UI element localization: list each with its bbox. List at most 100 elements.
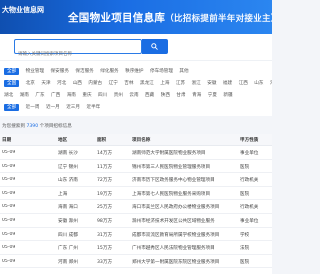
cell-project-name[interactable]: 济南市历下区政务服务中心物业管理项目	[132, 177, 232, 183]
cell-owner-type: 法院	[240, 246, 250, 252]
filter-option[interactable]: 辽宁	[109, 79, 118, 89]
table-row[interactable]: 05-09 上海 19万方 上海市第七人民医院物业服务采购项目 医院	[0, 187, 272, 201]
filter-option[interactable]: 安徽	[207, 79, 216, 89]
filter-option[interactable]: 上海	[160, 79, 169, 89]
cell-owner-type: 医院	[240, 259, 250, 265]
cell-region: 山东 济南	[58, 178, 78, 184]
filter-option[interactable]: 湖北	[4, 91, 13, 101]
results-count: 7390	[26, 124, 39, 129]
search-icon	[151, 43, 158, 50]
filter-option[interactable]: 山东	[254, 79, 263, 89]
filter-option[interactable]: 福建	[223, 79, 232, 89]
cell-date: 05-09	[2, 231, 16, 237]
cell-project-name[interactable]: 湖南师范大学附属医院物业服务项目	[132, 150, 232, 156]
search-button[interactable]	[142, 39, 168, 54]
table-row[interactable]: 05-09 河南 郑州 33万方 郑州大学第一附属医院东院区物业服务项目 医院	[0, 255, 272, 269]
cell-region: 上海	[58, 191, 68, 197]
cell-area: 19万方	[97, 191, 113, 197]
filter-option[interactable]: 西藏	[145, 91, 154, 101]
cell-region: 湖南 长沙	[58, 151, 78, 156]
cell-owner-type: 学校	[240, 232, 250, 238]
filter-option[interactable]: 江苏	[176, 79, 185, 89]
filter-option[interactable]: 近半年	[86, 103, 100, 113]
cell-owner-type: 医院	[240, 191, 250, 197]
column-header: 面积	[97, 138, 107, 143]
table-row[interactable]: 05-09 湖南 长沙 14万方 湖南师范大学附属医院物业服务项目 事业单位	[0, 146, 272, 160]
cell-region: 安徽 滁州	[58, 219, 78, 224]
filter-option[interactable]: 保洁服务	[75, 67, 93, 77]
filter-option[interactable]: 物业管理	[26, 67, 44, 77]
table-row[interactable]: 05-09 辽宁 锦州 11万方 锦州市第三人民医院物业管理服务项目 医院	[0, 160, 272, 174]
filter-option[interactable]: 四川	[98, 91, 107, 101]
filter-option[interactable]: 浙江	[192, 79, 201, 89]
filter-option[interactable]: 停车场管理	[150, 67, 173, 77]
cell-project-name[interactable]: 锦州市第三人民医院物业管理服务项目	[132, 164, 232, 170]
filter-option[interactable]: 海南	[67, 91, 76, 101]
filter-option[interactable]: 新疆	[223, 91, 232, 101]
filter-option[interactable]: 近一月	[46, 103, 60, 113]
title-main: 全国物业项目信息库	[68, 12, 166, 24]
filter-option[interactable]: 秩序维护	[125, 67, 143, 77]
cell-date: 05-09	[2, 245, 16, 251]
filter-option[interactable]: 保安服务	[51, 67, 69, 77]
cell-project-name[interactable]: 海口市美兰区人民政府办公楼物业服务项目	[132, 204, 232, 210]
cell-project-name[interactable]: 成都市双流区教育局所属学校物业服务项目	[132, 232, 232, 238]
filter-option[interactable]: 河南	[270, 79, 272, 89]
filter-option[interactable]: 广东	[35, 91, 44, 101]
search-box	[14, 39, 142, 61]
filter-option[interactable]: 重庆	[82, 91, 91, 101]
cell-project-name[interactable]: 滁州市经济技术开发区公共区域物业服务	[132, 218, 232, 224]
filter-row-type: 全部 物业管理 保安服务 保洁服务 绿化服务 秩序维护 停车场管理 其他	[4, 67, 194, 77]
filter-option[interactable]: 天津	[41, 79, 50, 89]
cell-region: 辽宁 锦州	[58, 164, 78, 170]
filter-panel: 全部 物业管理 保安服务 保洁服务 绿化服务 秩序维护 停车场管理 其他 全国 …	[0, 60, 272, 116]
table-row[interactable]: 05-09 广东 广州 15万方 广州市越秀区人民法院物业管理服务项目 法院	[0, 241, 272, 255]
cell-region: 河南 郑州	[58, 259, 78, 265]
filter-option[interactable]: 陕西	[161, 91, 170, 101]
filter-option[interactable]: 近一周	[26, 103, 40, 113]
filter-option[interactable]: 全国	[4, 80, 20, 87]
cell-area: 25万方	[97, 205, 113, 211]
cell-owner-type: 事业单位	[240, 151, 259, 156]
table-row[interactable]: 05-09 四川 成都 31万方 成都市双流区教育局所属学校物业服务项目 学校	[0, 228, 272, 242]
filter-option[interactable]: 宁夏	[208, 91, 217, 101]
cell-region: 四川 成都	[58, 232, 78, 238]
filter-option[interactable]: 全部	[4, 68, 20, 75]
cell-project-name[interactable]: 上海市第七人民医院物业服务采购项目	[132, 191, 232, 197]
page-title: 全国物业项目信息库（比招标提前半年对接业主）	[68, 10, 272, 25]
filter-option[interactable]: 吉林	[124, 79, 133, 89]
cell-area: 15万方	[97, 246, 113, 252]
filter-option[interactable]: 山西	[73, 79, 82, 89]
filter-option[interactable]: 近三月	[66, 103, 80, 113]
filter-option[interactable]: 江西	[239, 79, 248, 89]
filter-option[interactable]: 广西	[51, 91, 60, 101]
table-row[interactable]: 05-09 海南 海口 25万方 海口市美兰区人民政府办公楼物业服务项目 行政机…	[0, 200, 272, 214]
filter-option[interactable]: 内蒙古	[88, 79, 102, 89]
cell-date: 05-09	[2, 218, 16, 223]
cell-project-name[interactable]: 广州市越秀区人民法院物业管理服务项目	[132, 245, 232, 251]
filter-option[interactable]: 黑龙江	[140, 79, 154, 89]
filter-option[interactable]: 全部	[4, 104, 20, 111]
cell-date: 05-09	[2, 163, 16, 169]
cell-area: 72万方	[97, 178, 113, 184]
results-suffix: 个项目招标信息	[39, 124, 72, 129]
filter-option[interactable]: 云南	[129, 91, 138, 101]
title-subtitle: （比招标提前半年对接业主）	[165, 14, 272, 24]
table-row[interactable]: 05-09 山东 济南 72万方 济南市历下区政务服务中心物业管理项目 行政机关	[0, 173, 272, 187]
cell-project-name[interactable]: 郑州大学第一附属医院东院区物业服务项目	[132, 259, 232, 265]
filter-option[interactable]: 湖南	[20, 91, 29, 101]
filter-option[interactable]: 北京	[26, 79, 35, 89]
site-logo[interactable]: 大物业信息网	[2, 5, 44, 15]
results-summary: 为您搜索到 7390 个项目招标信息	[0, 122, 272, 132]
filter-option[interactable]: 甘肃	[176, 91, 185, 101]
filter-option[interactable]: 青海	[192, 91, 201, 101]
filter-option[interactable]: 其他	[179, 67, 188, 77]
cell-date: 05-09	[2, 177, 16, 183]
filter-option[interactable]: 绿化服务	[100, 67, 118, 77]
table-row[interactable]: 05-09 安徽 滁州 98万方 滁州市经济技术开发区公共区域物业服务 事业单位	[0, 214, 272, 228]
cell-date: 05-09	[2, 204, 16, 210]
filter-option[interactable]: 贵州	[114, 91, 123, 101]
filter-option[interactable]: 河北	[57, 79, 66, 89]
cell-owner-type: 事业单位	[240, 219, 259, 224]
cell-date: 05-09	[2, 150, 16, 155]
